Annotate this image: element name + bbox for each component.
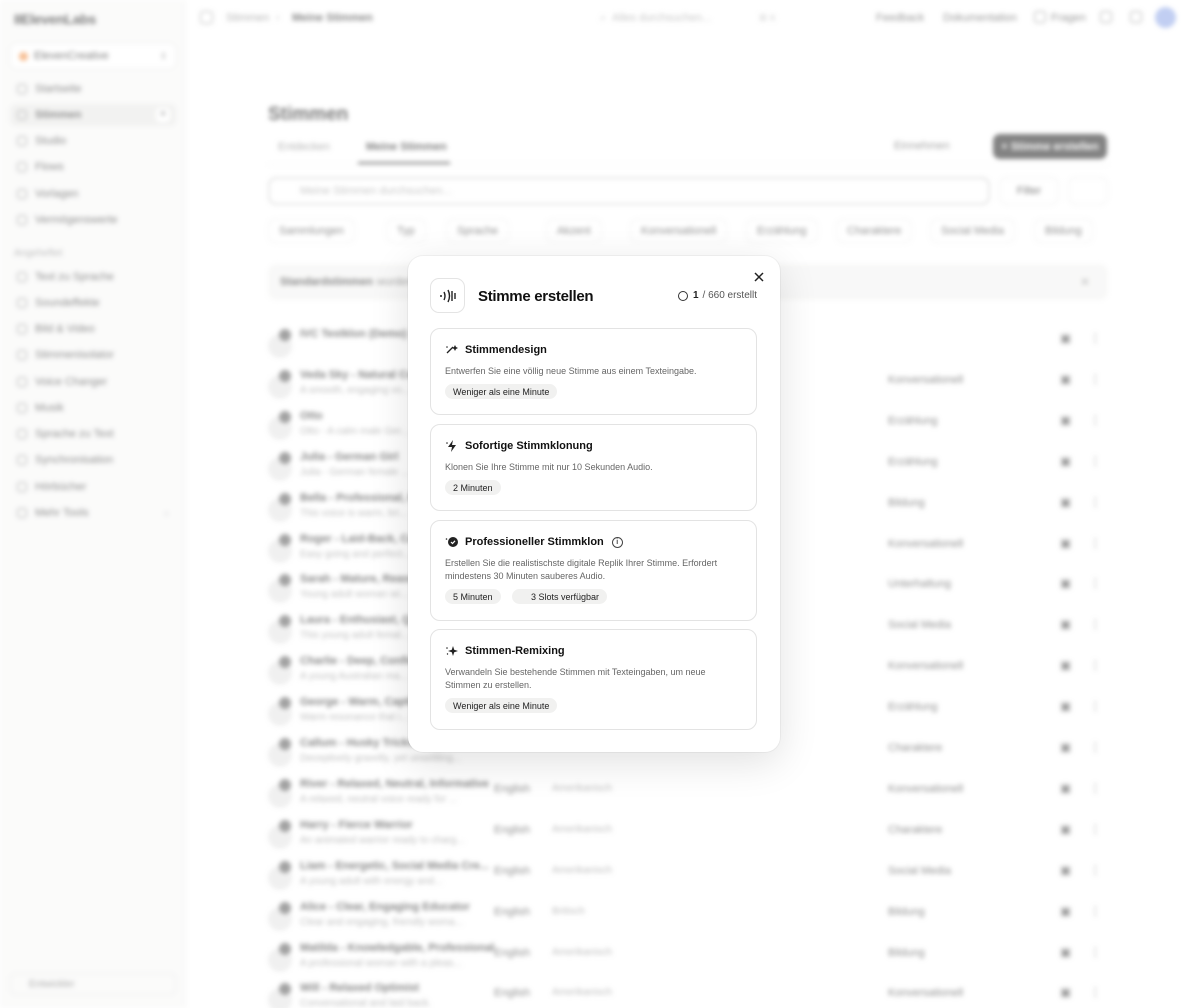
voice-count-used: 1 — [692, 290, 699, 301]
badge-check-icon — [445, 537, 458, 547]
voice-wave-icon — [430, 278, 465, 313]
sparkle-design-icon — [446, 345, 458, 354]
duration-badge: Weniger als eine Minute — [445, 384, 558, 399]
close-icon[interactable] — [751, 269, 767, 285]
voice-count-total: / 660 erstellt — [702, 290, 757, 301]
duration-badge: 2 Minuten — [445, 480, 501, 495]
voice-remix-card[interactable]: Stimmen-Remixing Verwandeln Sie bestehen… — [430, 629, 757, 730]
progress-ring-icon — [677, 290, 688, 301]
card-description: Verwandeln Sie bestehende Stimmen mit Te… — [445, 667, 706, 690]
slots-dot-icon — [520, 593, 526, 600]
card-title: Professioneller Stimmklon — [465, 536, 604, 548]
sparkles-icon — [446, 646, 458, 656]
professional-clone-card[interactable]: Professioneller Stimmklon i Erstellen Si… — [430, 520, 757, 621]
info-icon[interactable]: i — [611, 536, 623, 548]
card-description: Entwerfen Sie eine völlig neue Stimme au… — [445, 366, 697, 376]
slots-badge: 3 Slots verfügbar — [512, 589, 608, 604]
duration-badge: Weniger als eine Minute — [445, 698, 558, 713]
create-voice-dialog: Stimme erstellen 1 / 660 erstellt Stimme… — [408, 256, 780, 752]
card-title: Stimmen-Remixing — [465, 645, 565, 657]
card-description: Erstellen Sie die realistischste digital… — [445, 558, 718, 581]
dialog-title: Stimme erstellen — [478, 288, 594, 305]
voice-wave-glyph — [439, 289, 456, 302]
card-title: Stimmendesign — [465, 344, 547, 356]
card-title: Sofortige Stimmklonung — [465, 440, 593, 452]
voice-design-card[interactable]: Stimmendesign Entwerfen Sie eine völlig … — [430, 328, 757, 415]
voice-count: 1 / 660 erstellt — [677, 290, 757, 301]
lightning-icon — [446, 440, 456, 452]
instant-clone-card[interactable]: Sofortige Stimmklonung Klonen Sie Ihre S… — [430, 424, 757, 511]
card-description: Klonen Sie Ihre Stimme mit nur 10 Sekund… — [445, 462, 653, 472]
duration-badge: 5 Minuten — [445, 589, 501, 604]
slots-badge-label: 3 Slots verfügbar — [531, 591, 600, 602]
